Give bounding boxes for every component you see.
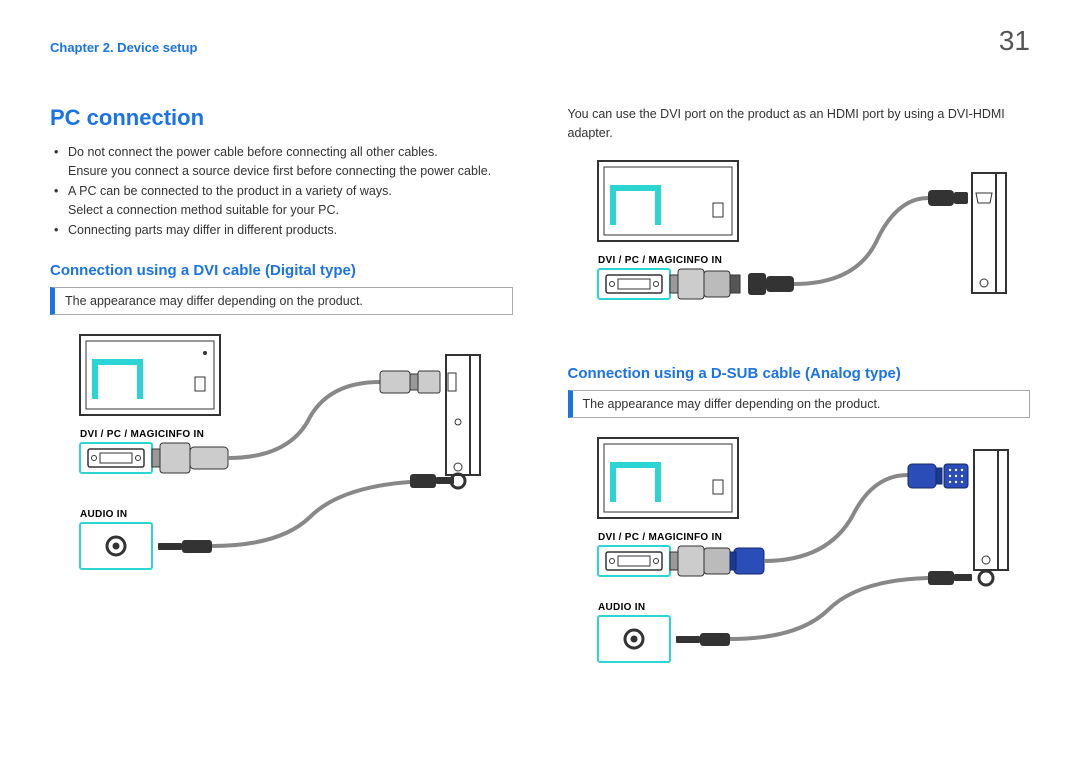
section-title: PC connection: [50, 105, 513, 131]
dvi-port-label: DVI / PC / MAGICINFO IN: [80, 429, 204, 440]
left-column: PC connection Do not connect the power c…: [50, 105, 513, 730]
note-box: The appearance may differ depending on t…: [50, 287, 513, 315]
subsection-title: Connection using a DVI cable (Digital ty…: [50, 262, 513, 279]
dvi-port-label: DVI / PC / MAGICINFO IN: [598, 255, 722, 266]
dvi-connection-diagram: DVI / PC / MAGICINFO IN AUDIO IN: [50, 327, 510, 627]
audio-port-label: AUDIO IN: [80, 509, 127, 520]
bullet-item: Do not connect the power cable before co…: [54, 143, 513, 182]
chapter-label: Chapter 2. Device setup: [50, 40, 197, 55]
page-header: Chapter 2. Device setup 31: [50, 40, 1030, 55]
bullet-item: A PC can be connected to the product in …: [54, 182, 513, 221]
note-box: The appearance may differ depending on t…: [568, 390, 1031, 418]
page-number: 31: [999, 25, 1030, 57]
subsection-title: Connection using a D-SUB cable (Analog t…: [568, 365, 1031, 382]
dvi-hdmi-adapter-diagram: DVI / PC / MAGICINFO IN: [568, 153, 1028, 343]
dsub-connection-diagram: DVI / PC / MAGICINFO IN: [568, 430, 1028, 730]
audio-port-label: AUDIO IN: [598, 602, 645, 613]
bullet-item: Connecting parts may differ in different…: [54, 221, 513, 240]
intro-paragraph: You can use the DVI port on the product …: [568, 105, 1031, 143]
right-column: You can use the DVI port on the product …: [568, 105, 1031, 730]
content-columns: PC connection Do not connect the power c…: [50, 105, 1030, 730]
intro-bullets: Do not connect the power cable before co…: [50, 143, 513, 240]
dvi-port-label: DVI / PC / MAGICINFO IN: [598, 532, 722, 543]
